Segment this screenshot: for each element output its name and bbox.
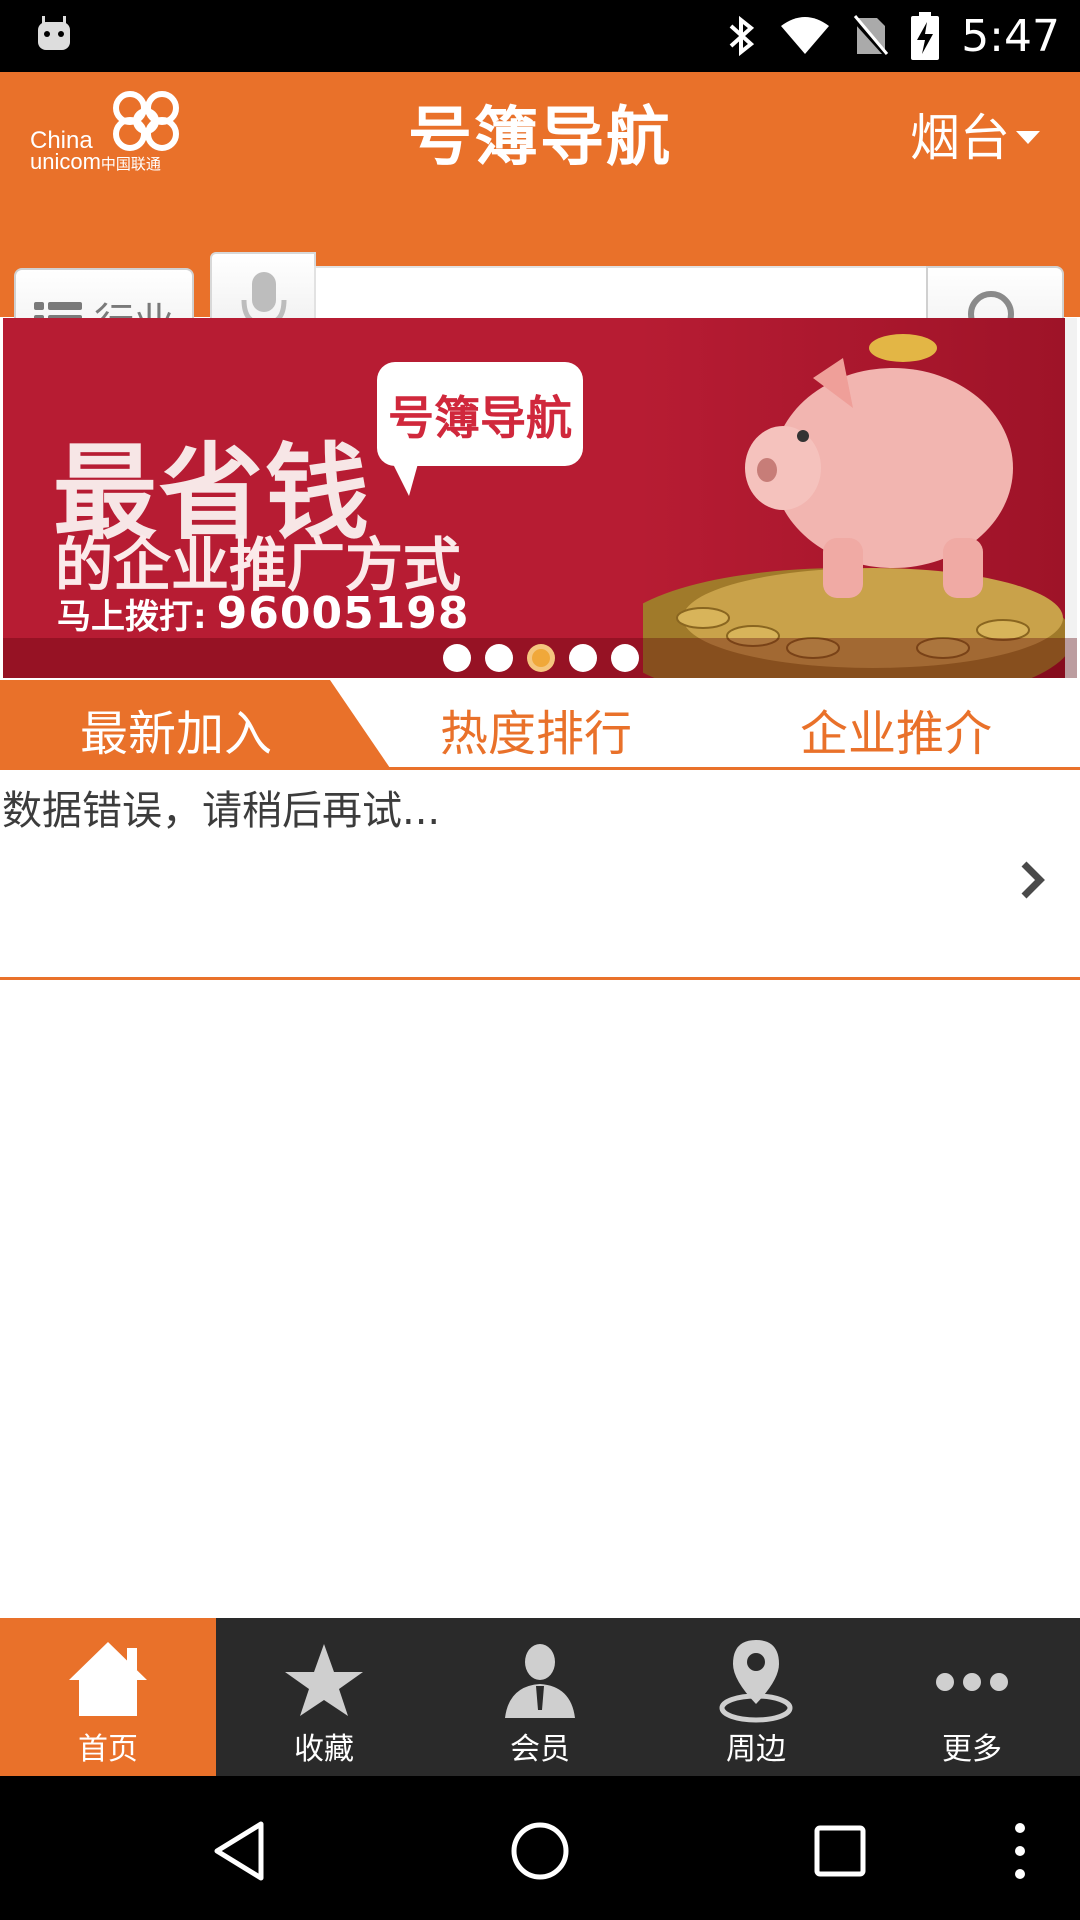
- wifi-icon: [781, 17, 830, 54]
- banner-pager: [3, 638, 1077, 678]
- location-pin-icon: [719, 1640, 793, 1723]
- battery-charging-icon: [911, 12, 940, 60]
- recents-icon[interactable]: [805, 1816, 875, 1886]
- pager-dot[interactable]: [443, 644, 471, 672]
- tab-newest[interactable]: 最新加入: [80, 694, 272, 764]
- nav-label-nearby: 周边: [726, 1732, 786, 1767]
- banner-logo-bubble: 号簿导航: [377, 362, 583, 496]
- system-navigation-bar: [0, 1776, 1080, 1920]
- star-icon: [285, 1644, 363, 1716]
- android-debug-icon: [38, 16, 70, 50]
- nav-item-member[interactable]: 会员: [432, 1618, 648, 1776]
- nav-label-more: 更多: [942, 1732, 1002, 1767]
- tab-popular[interactable]: 热度排行: [440, 694, 632, 764]
- chevron-down-icon: [1016, 130, 1040, 144]
- error-message: 数据错误，请稍后再试...: [2, 788, 441, 834]
- back-icon[interactable]: [205, 1816, 275, 1886]
- member-icon: [505, 1644, 575, 1718]
- promo-banner[interactable]: 号簿导航 最省钱 的企业推广方式 马上拨打: 96005198: [3, 318, 1077, 678]
- next-banner-peek: [1065, 318, 1077, 678]
- more-dots-icon: [936, 1673, 1008, 1691]
- city-label: 烟台: [910, 109, 1010, 167]
- nav-item-favorites[interactable]: 收藏: [216, 1618, 432, 1776]
- overflow-menu-icon[interactable]: [985, 1816, 1055, 1886]
- pager-dot[interactable]: [485, 644, 513, 672]
- banner-image: 号簿导航 最省钱 的企业推广方式 马上拨打: 96005198: [3, 318, 1065, 678]
- banner-bubble-text: 号簿导航: [388, 391, 572, 445]
- status-bar: 5:47: [0, 0, 1080, 72]
- list-item[interactable]: 数据错误，请稍后再试...: [0, 772, 1080, 980]
- nav-item-home[interactable]: 首页: [0, 1618, 216, 1776]
- nav-item-nearby[interactable]: 周边: [648, 1618, 864, 1776]
- banner-phone-number: 96005198: [216, 588, 470, 639]
- city-selector[interactable]: 烟台: [910, 98, 1040, 170]
- pager-dot[interactable]: [611, 644, 639, 672]
- banner-phone-label: 马上拨打:: [57, 597, 207, 637]
- app-header: China unicom中国联通 号簿导航 烟台 行业: [0, 72, 1080, 370]
- home-icon: [69, 1642, 147, 1716]
- bluetooth-icon: [729, 15, 755, 57]
- piggy-bank-illustration: [643, 334, 1065, 678]
- nav-item-more[interactable]: 更多: [864, 1618, 1080, 1776]
- home-circle-icon[interactable]: [505, 1816, 575, 1886]
- nav-label-favorites: 收藏: [294, 1732, 354, 1767]
- clock: 5:47: [961, 10, 1060, 62]
- nav-label-home: 首页: [78, 1732, 138, 1767]
- content-tabs: 最新加入 热度排行 企业推介: [0, 680, 1080, 770]
- chevron-right-icon: [1021, 861, 1045, 899]
- no-sim-icon: [853, 15, 890, 58]
- nav-label-member: 会员: [510, 1732, 570, 1767]
- pager-dots: [443, 644, 639, 672]
- banner-phone: 马上拨打: 96005198: [57, 588, 470, 639]
- bottom-navigation: 首页 收藏 会员 周边 更多: [0, 1618, 1080, 1776]
- pager-dot-active[interactable]: [527, 644, 555, 672]
- tab-recommended[interactable]: 企业推介: [800, 694, 992, 764]
- pager-dot[interactable]: [569, 644, 597, 672]
